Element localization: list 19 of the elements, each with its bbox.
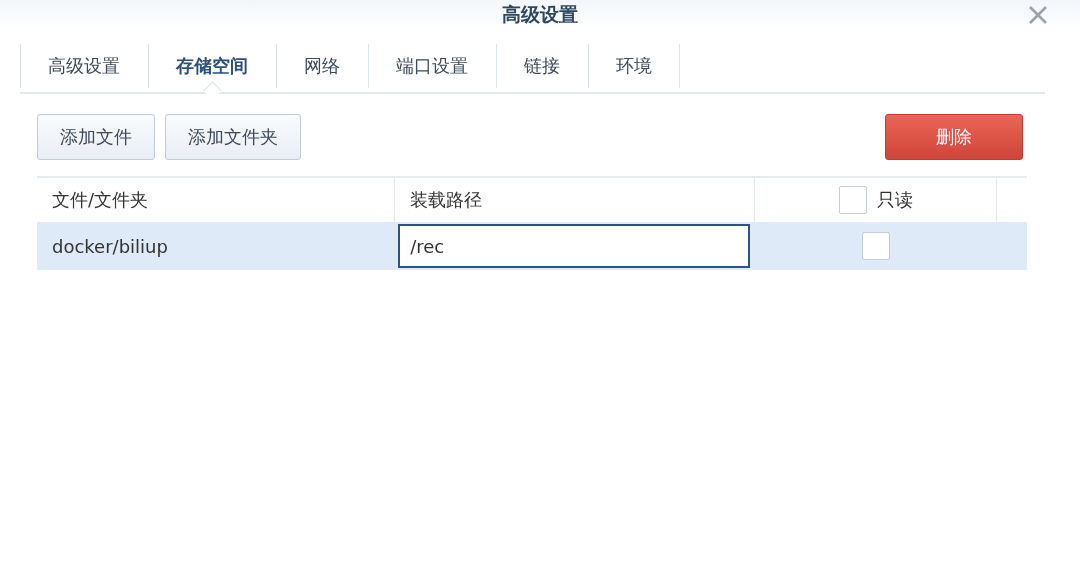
input-field[interactable]: /rec	[398, 224, 751, 268]
checkbox[interactable]	[838, 186, 867, 214]
delete-button[interactable]: 删除	[885, 114, 1023, 160]
window-title: 高级设置	[502, 2, 578, 27]
column-header: 只读	[876, 188, 913, 212]
tab[interactable]: 高级设置	[20, 44, 148, 88]
tab[interactable]: 存储空间	[148, 44, 276, 88]
table-row[interactable]: docker/biliup /rec	[37, 222, 1027, 270]
tab[interactable]: 网络	[276, 44, 368, 88]
close-icon[interactable]	[1028, 5, 1048, 25]
column-header: 装载路径	[409, 188, 482, 212]
add-button[interactable]: 添加文件	[37, 114, 155, 160]
table-cell: docker/biliup	[52, 235, 168, 257]
add-button[interactable]: 添加文件夹	[165, 114, 301, 160]
tab[interactable]: 链接	[496, 44, 588, 88]
checkbox[interactable]	[862, 232, 891, 260]
tab[interactable]: 端口设置	[368, 44, 496, 88]
column-header: 文件/文件夹	[52, 188, 149, 212]
tab[interactable]: 环境	[588, 44, 680, 88]
